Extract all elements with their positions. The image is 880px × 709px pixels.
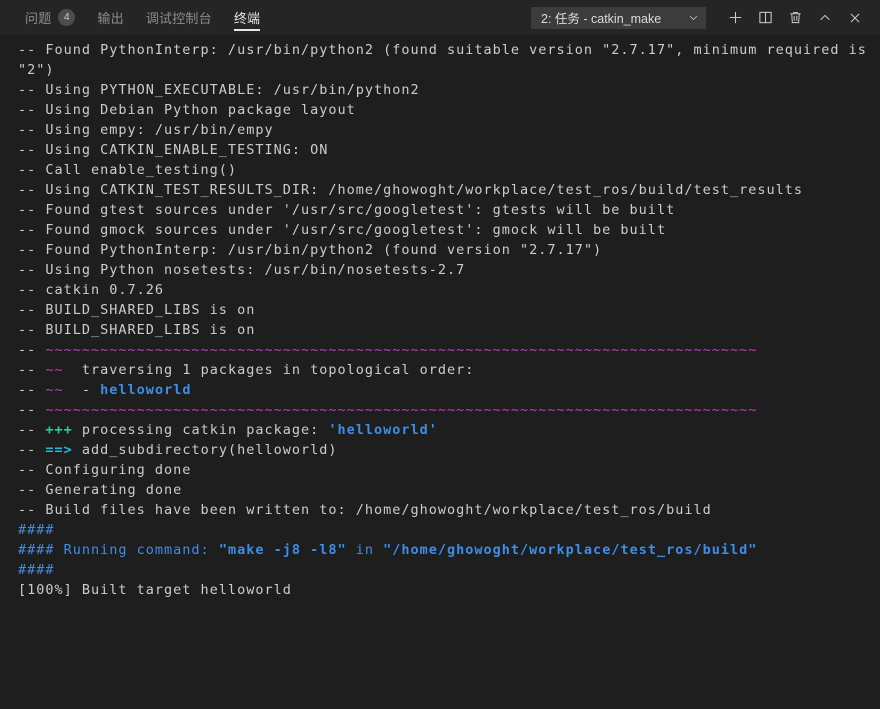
terminal-line: #### bbox=[18, 560, 880, 580]
terminal-line: -- Call enable_testing() bbox=[18, 160, 880, 180]
terminal-text-segment: #### bbox=[18, 562, 55, 578]
terminal-text-segment: -- Using PYTHON_EXECUTABLE: /usr/bin/pyt… bbox=[18, 82, 420, 98]
terminal-text-segment: traversing 1 packages in topological ord… bbox=[64, 362, 475, 378]
terminal-line: -- Using CATKIN_ENABLE_TESTING: ON bbox=[18, 140, 880, 160]
terminal-text-segment: -- Using empy: /usr/bin/empy bbox=[18, 122, 274, 138]
terminal-text-segment: -- Using Debian Python package layout bbox=[18, 102, 356, 118]
terminal-line: -- ~~ traversing 1 packages in topologic… bbox=[18, 360, 880, 380]
panel-actions: 2: 任务 - catkin_make bbox=[531, 0, 880, 35]
split-terminal-button[interactable] bbox=[750, 3, 780, 33]
terminal-text-segment: +++ bbox=[45, 422, 72, 438]
terminal-text-segment: -- BUILD_SHARED_LIBS is on bbox=[18, 302, 255, 318]
panel-tab-output-label: 输出 bbox=[97, 8, 123, 27]
terminal-line: -- Build files have been written to: /ho… bbox=[18, 500, 880, 520]
terminal-line: -- Using PYTHON_EXECUTABLE: /usr/bin/pyt… bbox=[18, 80, 880, 100]
terminal-text-segment: add_subdirectory(helloworld) bbox=[73, 442, 338, 458]
terminal-text-segment: "make -j8 -l8" bbox=[219, 542, 347, 558]
terminal-line: -- BUILD_SHARED_LIBS is on bbox=[18, 300, 880, 320]
terminal-text-segment: in bbox=[347, 542, 384, 558]
panel-tab-problems-label: 问题 bbox=[25, 8, 51, 27]
terminal-text-segment: ==> bbox=[45, 442, 72, 458]
terminal-line: [100%] Built target helloworld bbox=[18, 580, 880, 600]
terminal-text-segment: -- Found gtest sources under '/usr/src/g… bbox=[18, 202, 675, 218]
terminal-text-segment: -- Call enable_testing() bbox=[18, 162, 237, 178]
close-panel-button[interactable] bbox=[840, 3, 870, 33]
terminal-line: #### Running command: "make -j8 -l8" in … bbox=[18, 540, 880, 560]
terminal-text-segment: -- Found gmock sources under '/usr/src/g… bbox=[18, 222, 666, 238]
terminal-instance-selector-value: 2: 任务 - catkin_make bbox=[541, 8, 661, 27]
close-icon bbox=[848, 11, 862, 25]
maximize-panel-button[interactable] bbox=[810, 3, 840, 33]
terminal-text-segment: helloworld bbox=[100, 382, 191, 398]
terminal-line: -- Found PythonInterp: /usr/bin/python2 … bbox=[18, 240, 880, 260]
terminal-line: -- Found gmock sources under '/usr/src/g… bbox=[18, 220, 880, 240]
panel-tab-debug-console-label: 调试控制台 bbox=[146, 8, 212, 27]
terminal-text-segment: -- BUILD_SHARED_LIBS is on bbox=[18, 322, 255, 338]
terminal-line: -- ~~ - helloworld bbox=[18, 380, 880, 400]
terminal-text-segment: - bbox=[64, 382, 101, 398]
panel-tab-list: 问题 4 输出 调试控制台 终端 bbox=[0, 0, 271, 35]
terminal-line: -- ~~~~~~~~~~~~~~~~~~~~~~~~~~~~~~~~~~~~~… bbox=[18, 340, 880, 360]
terminal-text-segment: -- Found PythonInterp: /usr/bin/python2 … bbox=[18, 42, 876, 78]
terminal-text-segment: -- Build files have been written to: /ho… bbox=[18, 502, 712, 518]
panel-tab-debug-console[interactable]: 调试控制台 bbox=[135, 0, 223, 35]
terminal-text-segment: -- bbox=[18, 362, 45, 378]
terminal-line: -- Using CATKIN_TEST_RESULTS_DIR: /home/… bbox=[18, 180, 880, 200]
chevron-down-icon bbox=[688, 12, 699, 23]
new-terminal-button[interactable] bbox=[720, 3, 750, 33]
panel-tab-problems[interactable]: 问题 4 bbox=[14, 0, 86, 35]
terminal-text-segment: -- Configuring done bbox=[18, 462, 191, 478]
terminal-text-segment: ~~~~~~~~~~~~~~~~~~~~~~~~~~~~~~~~~~~~~~~~… bbox=[45, 402, 757, 418]
terminal-line: -- Found PythonInterp: /usr/bin/python2 … bbox=[18, 40, 880, 80]
terminal-output-area[interactable]: -- Found PythonInterp: /usr/bin/python2 … bbox=[0, 35, 880, 709]
terminal-text-segment: -- Using Python nosetests: /usr/bin/nose… bbox=[18, 262, 465, 278]
terminal-text-segment: -- bbox=[18, 442, 45, 458]
split-icon bbox=[758, 10, 773, 25]
terminal-line: -- Configuring done bbox=[18, 460, 880, 480]
panel-tab-output[interactable]: 输出 bbox=[86, 0, 134, 35]
terminal-line: -- Using empy: /usr/bin/empy bbox=[18, 120, 880, 140]
terminal-line: #### bbox=[18, 520, 880, 540]
terminal-text-segment: -- Found PythonInterp: /usr/bin/python2 … bbox=[18, 242, 602, 258]
terminal-line: -- catkin 0.7.26 bbox=[18, 280, 880, 300]
terminal-line: -- Found gtest sources under '/usr/src/g… bbox=[18, 200, 880, 220]
problems-count-badge: 4 bbox=[58, 9, 75, 26]
terminal-line: -- Using Debian Python package layout bbox=[18, 100, 880, 120]
terminal-text-segment: ~~~~~~~~~~~~~~~~~~~~~~~~~~~~~~~~~~~~~~~~… bbox=[45, 342, 757, 358]
terminal-text-segment: -- catkin 0.7.26 bbox=[18, 282, 164, 298]
terminal-text-segment: -- Using CATKIN_TEST_RESULTS_DIR: /home/… bbox=[18, 182, 803, 198]
trash-icon bbox=[788, 10, 803, 25]
terminal-text-segment: -- Generating done bbox=[18, 482, 182, 498]
terminal-text-segment: #### Running command: bbox=[18, 542, 219, 558]
terminal-line: -- Using Python nosetests: /usr/bin/nose… bbox=[18, 260, 880, 280]
terminal-text-segment: -- bbox=[18, 402, 45, 418]
terminal-text-segment: -- bbox=[18, 382, 45, 398]
plus-icon bbox=[728, 10, 743, 25]
terminal-text-segment: -- Using CATKIN_ENABLE_TESTING: ON bbox=[18, 142, 328, 158]
terminal-line: -- +++ processing catkin package: 'hello… bbox=[18, 420, 880, 440]
terminal-line: -- ==> add_subdirectory(helloworld) bbox=[18, 440, 880, 460]
panel-header: 问题 4 输出 调试控制台 终端 2: 任务 - catkin_make bbox=[0, 0, 880, 35]
terminal-line: -- BUILD_SHARED_LIBS is on bbox=[18, 320, 880, 340]
terminal-text-segment: ~~ bbox=[45, 362, 63, 378]
terminal-text-segment: -- bbox=[18, 342, 45, 358]
panel-tab-terminal-label: 终端 bbox=[234, 8, 260, 27]
terminal-line: -- Generating done bbox=[18, 480, 880, 500]
terminal-text-segment: #### bbox=[18, 522, 55, 538]
kill-terminal-button[interactable] bbox=[780, 3, 810, 33]
terminal-text-segment: processing catkin package: bbox=[73, 422, 329, 438]
terminal-line-list: -- Found PythonInterp: /usr/bin/python2 … bbox=[18, 40, 880, 600]
terminal-instance-selector[interactable]: 2: 任务 - catkin_make bbox=[531, 7, 706, 29]
terminal-text-segment: ~~ bbox=[45, 382, 63, 398]
terminal-text-segment: -- bbox=[18, 422, 45, 438]
panel-tab-terminal[interactable]: 终端 bbox=[223, 0, 271, 35]
terminal-text-segment: 'helloworld' bbox=[328, 422, 438, 438]
terminal-text-segment: "/home/ghowoght/workplace/test_ros/build… bbox=[383, 542, 757, 558]
terminal-line: -- ~~~~~~~~~~~~~~~~~~~~~~~~~~~~~~~~~~~~~… bbox=[18, 400, 880, 420]
terminal-text-segment: [100%] Built target helloworld bbox=[18, 582, 292, 598]
chevron-up-icon bbox=[818, 11, 832, 25]
